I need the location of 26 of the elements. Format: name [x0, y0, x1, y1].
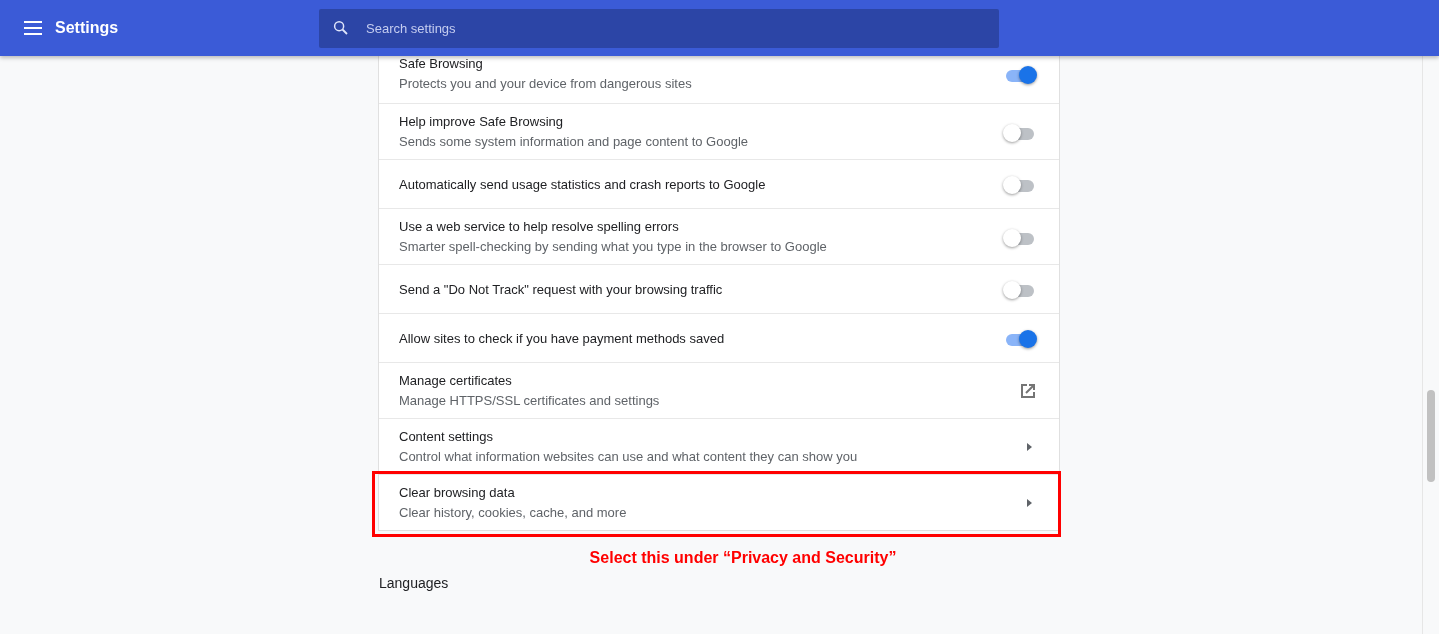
page-title: Settings: [55, 19, 120, 37]
menu-icon[interactable]: [24, 21, 42, 35]
search-input[interactable]: Search settings: [364, 19, 999, 37]
setting-description: Protects you and your device from dangerous sites: [399, 76, 693, 91]
arrow-right-icon[interactable]: [1027, 498, 1033, 507]
search-field[interactable]: Search settings: [319, 8, 999, 48]
setting-title: Content settings: [399, 429, 494, 444]
setting-description: Sends some system information and page content to Google: [399, 134, 750, 149]
scrollbar-thumb[interactable]: [1427, 390, 1435, 482]
annotation-text: Select this under “Privacy and Security”: [588, 549, 898, 567]
setting-title: Use a web service to help resolve spelling errors: [399, 219, 680, 234]
setting-title: Clear browsing data: [399, 485, 516, 500]
setting-description: Control what information websites can use and what content they can show you: [399, 449, 859, 464]
setting-title: Allow sites to check if you have payment methods saved: [399, 330, 726, 346]
setting-description: Clear history, cookies, cache, and more: [399, 505, 628, 520]
setting-title: Help improve Safe Browsing: [399, 114, 565, 129]
external-link-icon[interactable]: [1019, 381, 1037, 400]
setting-title: Safe Browsing: [399, 56, 484, 71]
section-heading: Languages: [379, 575, 450, 591]
search-icon: [332, 19, 350, 37]
setting-title: Automatically send usage statistics and crash reports to Google: [399, 176, 767, 192]
setting-title: Manage certificates: [399, 373, 513, 388]
setting-description: Manage HTTPS/SSL certificates and settings: [399, 393, 661, 408]
setting-description: Smarter spell-checking by sending what you type in the browser to Google: [399, 239, 828, 254]
setting-title: Send a "Do Not Track" request with your browsing traffic: [399, 281, 724, 297]
arrow-right-icon[interactable]: [1027, 442, 1033, 451]
